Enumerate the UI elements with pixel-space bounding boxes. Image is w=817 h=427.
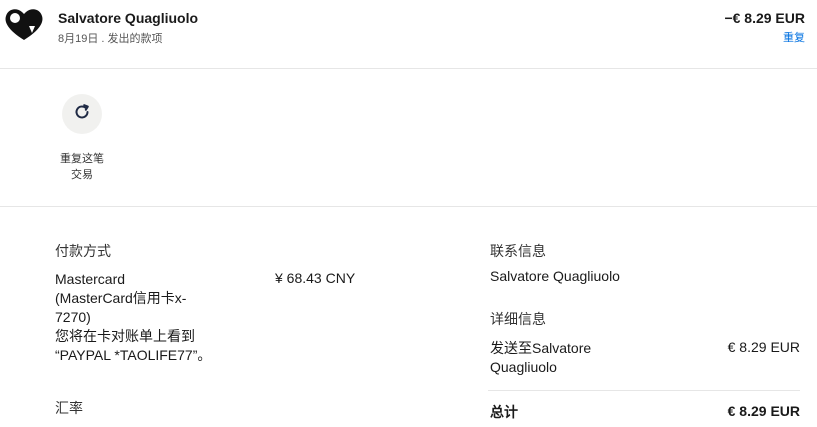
repeat-label-line1: 重复这笔 — [60, 153, 104, 165]
total-divider — [488, 390, 800, 391]
merchant-avatar-icon — [2, 6, 46, 44]
repeat-link[interactable]: 重复 — [783, 29, 805, 45]
total-amount: € 8.29 EUR — [727, 403, 800, 419]
exchange-rate-title: 汇率 — [55, 400, 83, 416]
transaction-header: Salvatore Quagliuolo 8月19日 . 发出的款项 −€ 8.… — [0, 0, 817, 69]
merchant-name: Salvatore Quagliuolo — [58, 10, 199, 26]
sent-to-line2: Quagliuolo — [490, 359, 557, 375]
actions-section: 重复这笔 交易 — [0, 69, 817, 207]
payment-method-line3: 7270) — [55, 309, 91, 325]
sent-amount: € 8.29 EUR — [727, 339, 800, 355]
repeat-transaction-label: 重复这笔 交易 — [50, 151, 114, 183]
contact-name: Salvatore Quagliuolo — [490, 268, 620, 284]
payment-method-line4: 您将在卡对账单上看到 — [55, 328, 195, 344]
repeat-transaction-button[interactable] — [62, 94, 102, 134]
detail-info-title: 详细信息 — [490, 311, 546, 327]
repeat-label-line2: 交易 — [71, 169, 93, 181]
contact-info-title: 联系信息 — [490, 243, 546, 259]
payment-method-line1: Mastercard — [55, 271, 126, 287]
payment-method-line2: (MasterCard信用卡x- — [55, 290, 187, 306]
sent-to-line1: 发送至Salvatore — [490, 340, 592, 356]
payment-amount: ¥ 68.43 CNY — [275, 270, 356, 286]
sent-to-text: 发送至Salvatore Quagliuolo — [490, 339, 690, 377]
total-label: 总计 — [490, 404, 518, 420]
payment-method-title: 付款方式 — [55, 243, 111, 259]
details-section: 付款方式 Mastercard (MasterCard信用卡x- 7270) 您… — [0, 207, 817, 427]
transaction-date-type: 8月19日 . 发出的款项 — [58, 33, 163, 45]
payment-method-line5: “PAYPAL *TAOLIFE77”。 — [55, 347, 212, 363]
payment-method-text: Mastercard (MasterCard信用卡x- 7270) 您将在卡对账… — [55, 270, 230, 365]
refresh-icon — [73, 103, 91, 126]
transaction-amount: −€ 8.29 EUR — [724, 10, 805, 26]
